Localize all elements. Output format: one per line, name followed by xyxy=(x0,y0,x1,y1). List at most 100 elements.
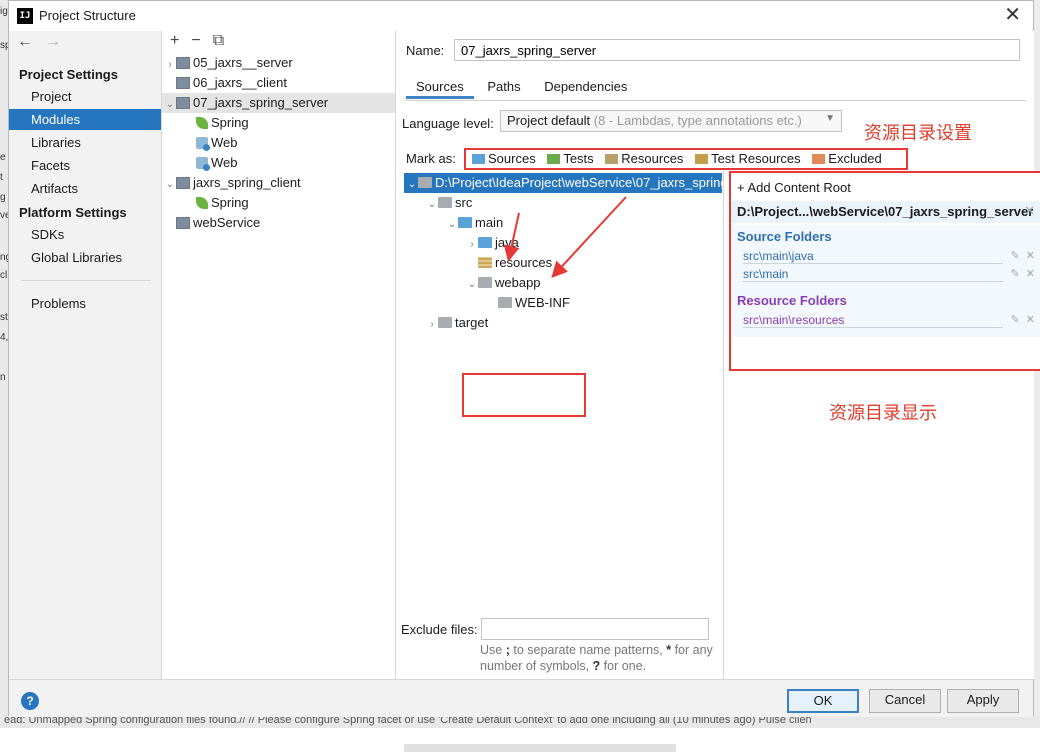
nav-item-libraries[interactable]: Libraries xyxy=(9,132,161,153)
module-tree-label: Spring xyxy=(211,115,249,130)
source-folder-entry: src\main xyxy=(743,267,1003,282)
module-tree-item[interactable]: › 05_jaxrs__server xyxy=(162,53,395,73)
mark-test-resources-button[interactable]: Test Resources xyxy=(695,151,801,166)
copy-module-icon[interactable]: ⧉ xyxy=(213,32,224,49)
source-folders-header: Source Folders xyxy=(737,229,832,244)
module-folder-icon xyxy=(176,76,190,89)
background-status-text: ead: Unmapped Spring configuration files… xyxy=(4,716,812,726)
folder-icon xyxy=(498,297,512,309)
web-facet-icon xyxy=(196,156,210,171)
add-module-icon[interactable]: + xyxy=(170,32,179,49)
content-root-folders: Source Folders src\main\java ✎ ✕ src\main ✎… xyxy=(731,225,1040,337)
modules-list-panel: + − ⧉ › 05_jaxrs__server 06_jaxrs__client ⌄ 07… xyxy=(162,31,396,679)
module-tree-item[interactable]: webService xyxy=(162,213,395,233)
forward-arrow-icon[interactable]: → xyxy=(45,33,61,50)
remove-folder-icon[interactable]: ✕ xyxy=(1026,250,1035,262)
folder-icon xyxy=(418,177,432,189)
folder-tree-item[interactable]: ⌄ src xyxy=(424,193,473,215)
chevron-right-icon[interactable]: › xyxy=(426,315,438,335)
folder-tree-label: WEB-INF xyxy=(515,295,570,310)
help-icon[interactable]: ? xyxy=(21,692,39,710)
mark-tests-button[interactable]: Tests xyxy=(547,151,594,166)
module-tree-label: 05_jaxrs__server xyxy=(193,55,293,70)
folder-tree-item[interactable]: › target xyxy=(424,313,488,333)
background-status-bar: ead: Unmapped Spring configuration files… xyxy=(0,716,1040,728)
module-tree-item[interactable]: ⌄ 07_jaxrs_spring_server xyxy=(162,93,395,113)
tab-sources[interactable]: Sources xyxy=(406,75,474,99)
nav-item-artifacts[interactable]: Artifacts xyxy=(9,178,161,199)
tab-dependencies[interactable]: Dependencies xyxy=(534,75,637,98)
folder-tree-item[interactable]: ⌄ main xyxy=(444,213,503,233)
module-tree-label: 06_jaxrs__client xyxy=(193,75,287,90)
close-icon[interactable]: ✕ xyxy=(1004,5,1021,25)
chevron-down-icon[interactable]: ⌄ xyxy=(164,95,176,115)
tab-paths[interactable]: Paths xyxy=(477,75,530,98)
nav-item-facets[interactable]: Facets xyxy=(9,155,161,176)
title-bar: IJ Project Structure ✕ xyxy=(9,1,1033,31)
chevron-right-icon[interactable]: › xyxy=(466,235,478,255)
remove-folder-icon[interactable]: ✕ xyxy=(1026,314,1035,326)
chevron-down-icon[interactable]: ⌄ xyxy=(446,215,458,235)
nav-item-sdks[interactable]: SDKs xyxy=(9,224,161,245)
resources-folder-icon xyxy=(605,153,619,164)
mark-as-toolbar: Sources Tests Resources Test Resources E… xyxy=(464,148,908,170)
folder-tree-item[interactable]: resources xyxy=(464,253,552,273)
folder-tree-label: java xyxy=(495,235,519,250)
panel-divider[interactable] xyxy=(723,171,724,679)
exclude-files-hint: Use ; to separate name patterns, * for a… xyxy=(480,643,713,673)
folder-tree-label: webapp xyxy=(495,275,541,290)
edit-pencil-icon[interactable]: ✎ xyxy=(1010,250,1019,262)
module-tree-item[interactable]: Web xyxy=(162,133,395,153)
add-content-root-button[interactable]: + Add Content Root xyxy=(737,180,851,195)
content-root-tree-item[interactable]: ⌄ D:\Project\IdeaProject\webService\07_ja… xyxy=(404,173,722,193)
tree-horizontal-scrollbar[interactable] xyxy=(404,744,676,752)
exclude-files-input[interactable] xyxy=(481,618,709,640)
excluded-folder-icon xyxy=(812,153,826,164)
module-tree-item[interactable]: Spring xyxy=(162,113,395,133)
resources-folder-icon xyxy=(478,257,492,269)
module-tree-item[interactable]: 06_jaxrs__client xyxy=(162,73,395,93)
source-folder-icon xyxy=(458,217,472,229)
folder-tree-label: main xyxy=(475,215,504,230)
folder-tree-item[interactable]: › java xyxy=(464,233,519,253)
module-tree-item[interactable]: Web xyxy=(162,153,395,173)
module-name-input[interactable] xyxy=(454,39,1020,61)
annotation-resource-display: 资源目录显示 xyxy=(829,403,937,423)
project-structure-dialog: IJ Project Structure ✕ ← → Project Settin… xyxy=(8,0,1040,752)
nav-item-project[interactable]: Project xyxy=(9,86,161,107)
remove-folder-icon[interactable]: ✕ xyxy=(1026,268,1035,280)
language-level-select[interactable]: Project default (8 - Lambdas, type annot… xyxy=(500,110,842,132)
test-resources-folder-icon xyxy=(695,153,709,164)
ok-button[interactable]: OK xyxy=(787,689,859,713)
nav-history-arrows: ← → xyxy=(17,33,73,51)
mark-resources-button[interactable]: Resources xyxy=(605,151,683,166)
sources-folder-icon xyxy=(472,153,485,164)
resource-folders-header: Resource Folders xyxy=(737,293,847,308)
folder-tree-item[interactable]: ⌄ webapp xyxy=(464,273,541,293)
web-facet-icon xyxy=(196,136,210,151)
resource-folder-entry: src\main\resources xyxy=(743,313,1003,328)
mark-sources-button[interactable]: Sources xyxy=(472,151,536,166)
apply-button[interactable]: Apply xyxy=(947,689,1019,713)
edit-pencil-icon[interactable]: ✎ xyxy=(1010,268,1019,280)
chevron-right-icon[interactable]: › xyxy=(164,55,176,75)
chevron-down-icon[interactable]: ⌄ xyxy=(406,175,418,193)
background-text-fragment: t xyxy=(0,172,3,183)
remove-content-root-icon[interactable]: ✕ xyxy=(1024,203,1035,219)
remove-module-icon[interactable]: − xyxy=(191,32,200,49)
mark-excluded-button[interactable]: Excluded xyxy=(812,151,882,166)
nav-item-modules[interactable]: Modules xyxy=(9,109,161,130)
module-tree-item[interactable]: Spring xyxy=(162,193,395,213)
cancel-button[interactable]: Cancel xyxy=(869,689,941,713)
chevron-down-icon[interactable]: ⌄ xyxy=(164,175,176,195)
nav-item-global-libraries[interactable]: Global Libraries xyxy=(9,247,161,268)
edit-pencil-icon[interactable]: ✎ xyxy=(1010,314,1019,326)
source-folder-icon xyxy=(478,237,492,249)
back-arrow-icon[interactable]: ← xyxy=(17,33,33,50)
module-tree-item[interactable]: ⌄ jaxrs_spring_client xyxy=(162,173,395,193)
settings-nav: ← → Project Settings Project Modules Librari… xyxy=(9,31,162,679)
chevron-down-icon[interactable]: ⌄ xyxy=(426,195,438,215)
chevron-down-icon[interactable]: ⌄ xyxy=(466,275,478,295)
nav-item-problems[interactable]: Problems xyxy=(9,293,161,314)
folder-tree-item[interactable]: WEB-INF xyxy=(484,293,570,313)
